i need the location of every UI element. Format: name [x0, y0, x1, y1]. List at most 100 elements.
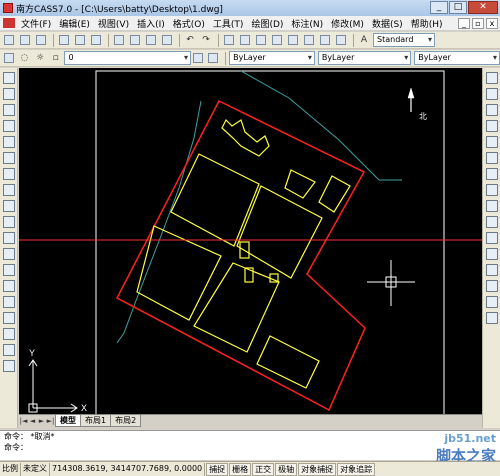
doc-restore-button[interactable]: ▫: [472, 17, 484, 29]
menu-file[interactable]: 文件(F): [17, 17, 55, 30]
draw-toolbar: [0, 68, 18, 428]
spline-icon[interactable]: [2, 200, 15, 212]
zoom-previous-icon[interactable]: [270, 33, 284, 47]
pan-icon[interactable]: [222, 33, 236, 47]
undo-icon[interactable]: ↶: [183, 33, 197, 47]
insert-block-icon[interactable]: [2, 248, 15, 260]
doc-minimize-button[interactable]: _: [458, 17, 470, 29]
menu-dimension[interactable]: 标注(N): [287, 17, 327, 30]
make-current-layer-icon[interactable]: [191, 51, 205, 65]
extend-icon[interactable]: [485, 232, 498, 244]
arc-icon[interactable]: [2, 152, 15, 164]
region-icon[interactable]: [2, 328, 15, 340]
table-icon[interactable]: [2, 344, 15, 356]
line-icon[interactable]: [2, 72, 15, 84]
explode-icon[interactable]: [485, 312, 498, 324]
text-style-select[interactable]: Standard: [373, 33, 435, 47]
maximize-button[interactable]: □: [449, 1, 467, 14]
offset-icon[interactable]: [485, 120, 498, 132]
gradient-icon[interactable]: [2, 312, 15, 324]
move-icon[interactable]: [485, 152, 498, 164]
close-button[interactable]: ✕: [468, 1, 498, 14]
calculator-icon[interactable]: [334, 33, 348, 47]
hatch-icon[interactable]: [2, 296, 15, 308]
tab-next-button[interactable]: ►: [37, 417, 46, 425]
otrack-toggle[interactable]: 对象追踪: [337, 462, 376, 476]
layer-select[interactable]: 0: [64, 51, 191, 65]
match-properties-icon[interactable]: [160, 33, 174, 47]
rectangle-icon[interactable]: [2, 136, 15, 148]
properties-icon[interactable]: [286, 33, 300, 47]
copy-icon[interactable]: [128, 33, 142, 47]
units-label: 未定义: [21, 462, 50, 476]
construction-line-icon[interactable]: [2, 88, 15, 100]
menu-modify[interactable]: 修改(M): [327, 17, 368, 30]
snap-toggle[interactable]: 捕捉: [206, 462, 229, 476]
rotate-icon[interactable]: [485, 168, 498, 180]
multiline-text-icon[interactable]: [2, 360, 15, 372]
save-icon[interactable]: [34, 33, 48, 47]
tab-model[interactable]: 模型: [55, 415, 81, 427]
doc-close-button[interactable]: x: [486, 17, 498, 29]
make-block-icon[interactable]: [2, 264, 15, 276]
menu-edit[interactable]: 编辑(E): [55, 17, 94, 30]
point-icon[interactable]: [2, 280, 15, 292]
osnap-toggle[interactable]: 对象捕捉: [298, 462, 337, 476]
zoom-window-icon[interactable]: [254, 33, 268, 47]
array-icon[interactable]: [485, 136, 498, 148]
ortho-toggle[interactable]: 正交: [252, 462, 275, 476]
stretch-icon[interactable]: [485, 200, 498, 212]
mirror-icon[interactable]: [485, 104, 498, 116]
print-icon[interactable]: [57, 33, 71, 47]
menu-insert[interactable]: 插入(I): [133, 17, 169, 30]
join-icon[interactable]: [485, 264, 498, 276]
command-window[interactable]: 命令： *取消* 命令：: [0, 430, 500, 460]
scale-label[interactable]: 比例: [0, 462, 21, 476]
lineweight-select[interactable]: ByLayer: [414, 51, 500, 65]
preview-icon[interactable]: [73, 33, 87, 47]
trim-icon[interactable]: [485, 216, 498, 228]
publish-icon[interactable]: [89, 33, 103, 47]
tab-prev-button[interactable]: ◄: [28, 417, 37, 425]
scale-icon[interactable]: [485, 184, 498, 196]
design-center-icon[interactable]: [302, 33, 316, 47]
tab-first-button[interactable]: |◄: [19, 417, 28, 425]
command-prompt[interactable]: 命令：: [0, 442, 500, 453]
cut-icon[interactable]: [112, 33, 126, 47]
copy-object-icon[interactable]: [485, 88, 498, 100]
paste-icon[interactable]: [144, 33, 158, 47]
new-file-icon[interactable]: [2, 33, 16, 47]
color-select[interactable]: ByLayer: [229, 51, 315, 65]
layer-manager-icon[interactable]: [2, 51, 16, 65]
chamfer-icon[interactable]: [485, 280, 498, 292]
break-icon[interactable]: [485, 248, 498, 260]
menu-data[interactable]: 数据(S): [368, 17, 407, 30]
grid-toggle[interactable]: 栅格: [229, 462, 252, 476]
polygon-icon[interactable]: [2, 120, 15, 132]
erase-icon[interactable]: [485, 72, 498, 84]
menu-help[interactable]: 帮助(H): [407, 17, 447, 30]
ellipse-arc-icon[interactable]: [2, 232, 15, 244]
tab-layout2[interactable]: 布局2: [110, 415, 142, 427]
menu-format[interactable]: 格式(O): [169, 17, 209, 30]
drawing-canvas[interactable]: Y X 北: [19, 68, 482, 414]
linetype-select[interactable]: ByLayer: [317, 51, 412, 65]
tab-last-button[interactable]: ►|: [46, 417, 55, 425]
redo-icon[interactable]: ↷: [199, 33, 213, 47]
tool-palette-icon[interactable]: [318, 33, 332, 47]
minimize-button[interactable]: _: [430, 1, 448, 14]
revcloud-icon[interactable]: [2, 184, 15, 196]
circle-icon[interactable]: [2, 168, 15, 180]
layer-previous-icon[interactable]: [207, 51, 221, 65]
building-small-1: [284, 169, 316, 199]
menu-tools[interactable]: 工具(T): [209, 17, 248, 30]
polar-toggle[interactable]: 极轴: [275, 462, 298, 476]
menu-draw[interactable]: 绘图(D): [247, 17, 287, 30]
polyline-icon[interactable]: [2, 104, 15, 116]
fillet-icon[interactable]: [485, 296, 498, 308]
open-file-icon[interactable]: [18, 33, 32, 47]
tab-layout1[interactable]: 布局1: [80, 415, 112, 427]
zoom-realtime-icon[interactable]: [238, 33, 252, 47]
ellipse-icon[interactable]: [2, 216, 15, 228]
menu-view[interactable]: 视图(V): [94, 17, 133, 30]
